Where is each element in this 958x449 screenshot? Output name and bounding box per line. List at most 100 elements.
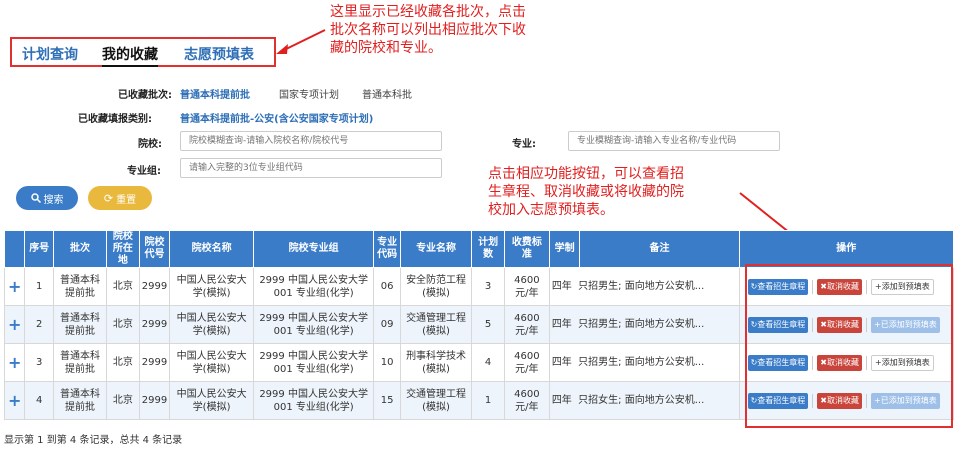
cancel-favorite-label: 取消收藏: [827, 320, 859, 329]
cell-major-name: 交通管理工程(模拟): [399, 381, 473, 420]
view-charter-button[interactable]: ↻ 查看招生章程: [747, 278, 809, 295]
cell-major-name: 刑事科学技术(模拟): [399, 343, 473, 382]
reset-button[interactable]: ⟳ 重置: [88, 186, 152, 210]
table-row: +4 普通本科提前批 北京 2999 中国人民公安大学(模拟) 2999 中国人民公安大学…: [3, 381, 955, 420]
cell-major-name: 交通管理工程(模拟): [399, 305, 473, 344]
refresh-icon: ⟳: [103, 192, 114, 205]
cell-actions: ↻ 查看招生章程 ✖ 取消收藏 +已添加到预填表: [738, 305, 955, 344]
annotation-arrow-top: [276, 29, 326, 54]
cell-years: 四年: [551, 357, 572, 368]
tab-plan-query[interactable]: 计划查询: [22, 44, 78, 64]
cell-plan: 1: [471, 381, 505, 420]
divider: [812, 317, 814, 332]
group-code-input[interactable]: [180, 158, 442, 178]
cell-years: 四年: [551, 395, 572, 406]
cell-years: 四年: [551, 281, 572, 292]
divider: [866, 279, 867, 294]
cell-plan: 5: [471, 305, 505, 344]
cell-location: 北京: [106, 305, 140, 344]
expand-button[interactable]: +: [3, 267, 26, 306]
cell-batch: 普通本科提前批: [52, 267, 108, 306]
cell-location: 北京: [106, 267, 140, 306]
cell-major-code: 06: [373, 267, 401, 306]
view-charter-label: 查看招生章程: [757, 282, 806, 291]
batch-link-regular[interactable]: 普通本科批: [362, 86, 412, 101]
cell-school-name: 中国人民公安大学(模拟): [169, 343, 254, 382]
cell-batch: 普通本科提前批: [52, 343, 108, 382]
favorites-table: 序号 批次 院校所在地 院校代号 院校名称 院校专业组 专业代码 专业名称 计划…: [3, 230, 955, 420]
divider: [866, 393, 867, 408]
cancel-favorite-button[interactable]: ✖ 取消收藏: [817, 278, 862, 295]
view-charter-button[interactable]: ↻ 查看招生章程: [747, 354, 809, 371]
cell-location: 北京: [106, 381, 140, 420]
school-label: 院校:: [138, 139, 162, 150]
table-row: +3 普通本科提前批 北京 2999 中国人民公安大学(模拟) 2999 中国人民公安大学…: [3, 343, 955, 382]
add-to-form-button[interactable]: +添加到预填表: [871, 354, 934, 371]
major-label: 专业:: [512, 139, 536, 150]
batch-label: 已收藏批次:: [118, 90, 172, 101]
divider: [812, 393, 814, 408]
cell-no: 3: [24, 343, 54, 382]
expand-button[interactable]: +: [3, 381, 26, 420]
cell-major-name: 安全防范工程(模拟): [399, 267, 473, 306]
cell-major-group: 2999 中国人民公安大学 001 专业组(化学): [252, 267, 375, 306]
cell-years-note: 四年 只招男生; 面向地方公安机...: [548, 343, 740, 382]
category-link[interactable]: 普通本科提前批-公安(含公安国家专项计划): [180, 110, 373, 125]
col-expand: [3, 230, 26, 268]
cell-school-code: 2999: [138, 305, 171, 344]
cancel-favorite-button[interactable]: ✖ 取消收藏: [817, 354, 862, 371]
cell-years-note: 四年 只招女生; 面向地方公安机...: [548, 381, 740, 420]
cell-plan: 4: [471, 343, 505, 382]
cell-fee: 4600 元/年: [503, 305, 550, 344]
view-charter-label: 查看招生章程: [757, 358, 806, 367]
major-search-input[interactable]: [568, 131, 780, 151]
col-major-name: 专业名称: [399, 230, 473, 268]
cell-school-name: 中国人民公安大学(模拟): [169, 305, 254, 344]
cell-note: 只招男生; 面向地方公安机...: [578, 357, 705, 368]
col-note: 备注: [579, 230, 740, 268]
cancel-favorite-button[interactable]: ✖ 取消收藏: [817, 316, 862, 333]
annotation-top: 这里显示已经收藏各批次，点击 批次名称可以列出相应批次下收 藏的院校和专业。: [330, 4, 526, 56]
tab-my-favorites[interactable]: 我的收藏: [102, 44, 158, 67]
cell-batch: 普通本科提前批: [52, 381, 108, 420]
reset-button-label: 重置: [116, 194, 137, 206]
cell-note: 只招男生; 面向地方公安机...: [578, 281, 705, 292]
expand-button[interactable]: +: [3, 305, 26, 344]
category-label: 已收藏填报类别:: [78, 114, 152, 125]
school-search-input[interactable]: [180, 131, 442, 151]
col-school-name: 院校名称: [169, 230, 254, 268]
batch-link-early[interactable]: 普通本科提前批: [180, 86, 250, 101]
batch-link-national[interactable]: 国家专项计划: [279, 86, 339, 101]
col-fee: 收费标准: [503, 230, 550, 268]
divider: [866, 317, 867, 332]
tab-preference-form[interactable]: 志愿预填表: [184, 44, 254, 64]
cell-major-code: 10: [373, 343, 401, 382]
col-major-group: 院校专业组: [252, 230, 375, 268]
search-icon: [30, 193, 41, 203]
add-to-form-button[interactable]: +已添加到预填表: [871, 392, 940, 409]
col-school-code: 院校代号: [138, 230, 171, 268]
add-to-form-button[interactable]: +添加到预填表: [871, 278, 934, 295]
cell-major-group: 2999 中国人民公安大学 001 专业组(化学): [252, 305, 375, 344]
col-years: 学制: [548, 230, 581, 268]
cell-major-group: 2999 中国人民公安大学 001 专业组(化学): [252, 381, 375, 420]
cell-major-code: 09: [373, 305, 401, 344]
cell-actions: ↻ 查看招生章程 ✖ 取消收藏 +添加到预填表: [738, 267, 955, 306]
cell-location: 北京: [106, 343, 140, 382]
cancel-favorite-button[interactable]: ✖ 取消收藏: [817, 392, 862, 409]
divider: [866, 355, 867, 370]
cell-years: 四年: [551, 319, 572, 330]
annotation-right: 点击相应功能按钮，可以查看招 生章程、取消收藏或将收藏的院 校加入志愿预填表。: [488, 166, 684, 218]
cell-major-code: 15: [373, 381, 401, 420]
cell-fee: 4600 元/年: [503, 267, 550, 306]
view-charter-button[interactable]: ↻ 查看招生章程: [747, 392, 809, 409]
col-batch: 批次: [52, 230, 108, 268]
cell-actions: ↻ 查看招生章程 ✖ 取消收藏 +添加到预填表: [738, 343, 955, 382]
cell-no: 1: [24, 267, 54, 306]
add-to-form-button[interactable]: +已添加到预填表: [871, 316, 940, 333]
expand-button[interactable]: +: [3, 343, 26, 382]
view-charter-button[interactable]: ↻ 查看招生章程: [747, 316, 809, 333]
cell-fee: 4600 元/年: [503, 343, 550, 382]
col-actions: 操作: [738, 230, 955, 268]
search-button[interactable]: 搜索: [16, 186, 78, 210]
